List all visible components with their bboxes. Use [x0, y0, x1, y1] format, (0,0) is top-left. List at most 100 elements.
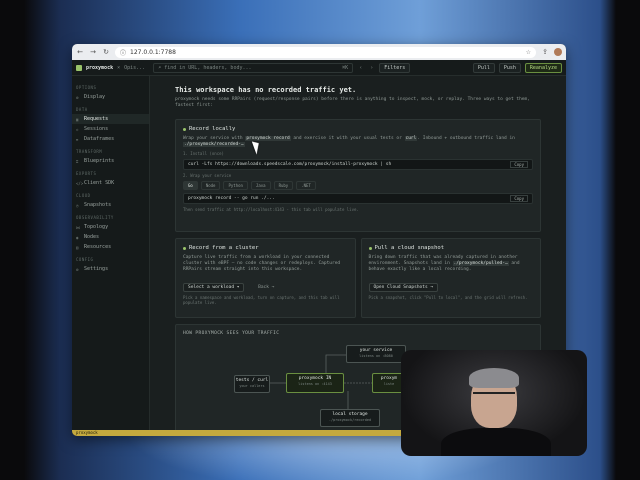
snapshot-description: Bring down traffic that was already capt… [368, 255, 520, 272]
sidebar-item-label: Sessions [84, 126, 109, 132]
language-tab[interactable]: .NET [296, 181, 316, 190]
sidebar-item-label: Blueprints [84, 158, 115, 164]
language-tab[interactable]: Ruby [273, 181, 294, 190]
language-tab[interactable]: Node [200, 181, 221, 190]
proxymock-logo-icon [76, 64, 82, 71]
url-text: 127.0.0.1:7788 [130, 48, 176, 56]
sidebar-item-icon: ▤ [76, 244, 79, 250]
snapshot-card: Pull a cloud snapshot Bring down traffic… [360, 238, 541, 318]
reanalyze-button[interactable]: Reanalyze [524, 62, 562, 73]
record-command-box: proxymock record -- go run ./... Copy [183, 193, 533, 204]
page-title: This workspace has no recorded traffic y… [175, 86, 357, 94]
shortcut-hint: ⌘K [342, 64, 349, 71]
sidebar-section-title: OBSERVABILITY [76, 215, 114, 220]
record-locally-card: Record locally Wrap your service with pr… [175, 119, 541, 232]
profile-avatar[interactable] [554, 48, 562, 56]
copy-button[interactable]: Copy [510, 161, 528, 168]
cluster-title: Record from a cluster [189, 245, 259, 251]
bookmark-star-icon[interactable]: ☆ [526, 49, 531, 56]
sidebar-item-label: Dataframes [84, 136, 115, 142]
sidebar-item-snapshots[interactable]: ◷ Snapshots [72, 200, 149, 210]
pull-button[interactable]: Pull [472, 62, 495, 73]
snapshot-title: Pull a cloud snapshot [374, 245, 445, 251]
inline-code: ./proxymock/pulled-… [452, 261, 509, 266]
sidebar-item-icon: ◉ [76, 234, 79, 240]
language-tab[interactable]: Python [223, 181, 248, 190]
sidebar-item-nodes[interactable]: ◉ Nodes [72, 232, 149, 242]
sidebar-item-label: Display [84, 94, 106, 100]
install-command: curl -Lfs https://downloads.speedscale.c… [188, 162, 392, 167]
tab-close-icon[interactable]: × [117, 65, 120, 71]
copy-button[interactable]: Copy [510, 195, 528, 202]
sidebar-item-client-sdk[interactable]: </> Client SDK [72, 178, 149, 188]
sidebar-item-icon: ≡ [76, 136, 79, 142]
inline-code: curl [404, 136, 418, 141]
sidebar-item-icon: </> [76, 180, 84, 186]
sidebar-item-label: Nodes [84, 234, 100, 240]
cluster-card: Record from a cluster Capture live traff… [175, 238, 356, 318]
search-placeholder: find in URL, headers, body... [164, 64, 252, 71]
record-command: proxymock record -- go run ./... [188, 196, 275, 201]
prev-match-button[interactable]: ‹ [357, 65, 364, 71]
page-lead: proxymock needs some RRPairs (request/re… [175, 97, 530, 108]
sidebar-item-label: Client SDK [84, 180, 115, 186]
sidebar-item-display[interactable]: ⚙ Display [72, 92, 149, 102]
record-description: Wrap your service with proxymock record … [183, 136, 515, 147]
status-dot-icon [368, 246, 372, 250]
forward-button[interactable]: → [89, 48, 97, 56]
select-workload-button[interactable]: Select a workload ▾ [183, 283, 245, 292]
next-match-button[interactable]: › [368, 65, 375, 71]
open-cloud-snapshots-button[interactable]: Open Cloud Snapshots → [368, 283, 439, 292]
sidebar-section-title: EXPORTS [76, 171, 97, 176]
sidebar-section-title: CONFIG [76, 257, 94, 262]
push-button[interactable]: Push [498, 62, 521, 73]
step-label: 1. Install (once) [183, 151, 224, 156]
sidebar-item-requests[interactable]: ▣ Requests [72, 114, 149, 124]
sidebar-item-label: Topology [84, 224, 109, 230]
install-command-box: curl -Lfs https://downloads.speedscale.c… [183, 159, 533, 170]
sidebar-item-label: Requests [84, 116, 109, 122]
your-service-node: your service listens on :8080 [346, 345, 406, 363]
address-bar[interactable]: ⓘ 127.0.0.1:7788 ☆ [115, 46, 536, 58]
sidebar-item-blueprints[interactable]: ⌗ Blueprints [72, 156, 149, 166]
language-tabs: Go Node Python Java Ruby .NET [183, 181, 533, 190]
sidebar-item-icon: ⋈ [76, 224, 80, 230]
sidebar-item-sessions[interactable]: ◇ Sessions [72, 124, 149, 134]
sidebar-item-dataframes[interactable]: ≡ Dataframes [72, 134, 149, 144]
sidebar-section-title: CLOUD [76, 193, 91, 198]
record-hint: Then send traffic at http://localhost:41… [183, 207, 359, 212]
webcam-overlay [401, 350, 587, 456]
inline-code: ./proxymock/recorded-… [183, 142, 245, 147]
sidebar-item-icon: ⌗ [76, 158, 79, 164]
sidebar-item-icon: ▣ [76, 116, 79, 122]
record-title: Record locally [189, 126, 236, 132]
local-storage-node: local storage ./proxymock/recorded [320, 409, 380, 427]
sidebar: OPTIONS ⚙ Display DATA ▣ Requests ◇ Sessions ≡ Da… [72, 76, 150, 430]
sidebar-item-label: Resources [84, 244, 112, 250]
browser-toolbar: ← → ↻ ⓘ 127.0.0.1:7788 ☆ ⇪ [72, 44, 566, 60]
app-brand: proxymock [86, 64, 114, 71]
cluster-description: Capture live traffic from a workload in … [183, 255, 341, 272]
site-info-icon[interactable]: ⓘ [120, 48, 126, 57]
sidebar-item-resources[interactable]: ▤ Resources [72, 242, 149, 252]
language-tab[interactable]: Java [250, 181, 271, 190]
share-icon[interactable]: ⇪ [541, 48, 549, 56]
sidebar-item-icon: ◷ [76, 202, 79, 208]
status-dot-icon [183, 127, 186, 131]
tests-node: tests / curl your callers [234, 375, 270, 393]
reload-button[interactable]: ↻ [102, 48, 110, 56]
back-button[interactable]: ← [76, 48, 84, 56]
sidebar-item-icon: ◇ [76, 126, 79, 132]
cluster-note: Pick a namespace and workload, turn on c… [183, 295, 340, 305]
sidebar-section-title: DATA [76, 107, 88, 112]
app-topbar: proxymock × Opis... ⌕ find in URL, heade… [72, 60, 566, 76]
sidebar-section-title: OPTIONS [76, 85, 97, 90]
search-input[interactable]: ⌕ find in URL, headers, body... ⌘K [153, 62, 354, 73]
workspace-tab[interactable]: Opis... [124, 65, 145, 71]
language-tab[interactable]: Go [183, 181, 198, 190]
sidebar-item-settings[interactable]: ⚙ Settings [72, 264, 149, 274]
filters-button[interactable]: Filters [379, 62, 411, 73]
back-link[interactable]: Back → [254, 284, 278, 291]
sidebar-item-topology[interactable]: ⋈ Topology [72, 222, 149, 232]
status-dot-icon [183, 246, 186, 250]
